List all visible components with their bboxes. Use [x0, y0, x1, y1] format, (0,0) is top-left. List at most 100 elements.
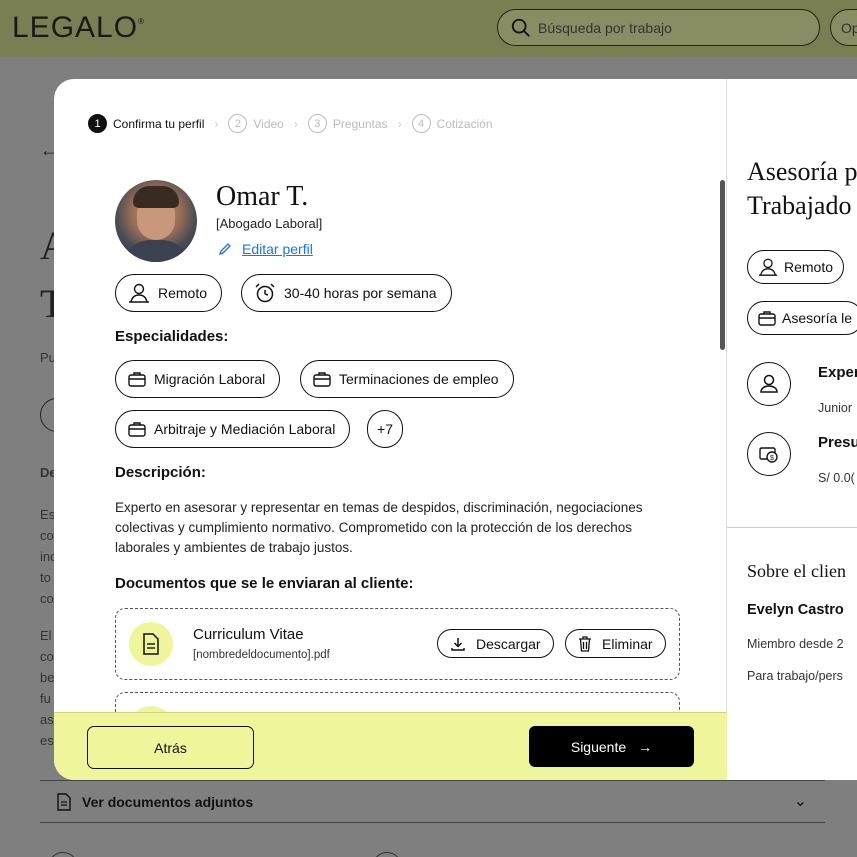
search-input[interactable]: Búsqueda por trabajo: [497, 9, 820, 46]
step-label-confirm-profile[interactable]: Confirma tu perfil: [113, 117, 204, 131]
chevron-right-icon: ›: [293, 116, 298, 131]
application-modal: 1 Confirma tu perfil › 2 Video › 3 Pregu…: [54, 79, 857, 780]
work-mode-chip: Remoto: [115, 274, 223, 312]
description-heading: Descripción:: [115, 464, 206, 481]
file-icon: [129, 622, 173, 666]
briefcase-icon: [758, 311, 776, 326]
back-button[interactable]: Atrás: [87, 726, 254, 769]
job-mode-chip: Remoto: [747, 250, 845, 284]
search-placeholder: Búsqueda por trabajo: [538, 19, 672, 36]
trash-icon: [579, 635, 591, 652]
experience-value: Junior: [818, 401, 853, 415]
back-button-label: Atrás: [154, 739, 187, 756]
next-button-label: Siguente: [570, 738, 627, 755]
registered-mark: ®: [138, 17, 145, 26]
briefcase-icon: [313, 372, 331, 387]
progress-stepper: 1 Confirma tu perfil › 2 Video › 3 Pregu…: [88, 114, 493, 133]
edit-profile-label: Editar perfil: [242, 241, 313, 257]
chevron-right-icon: ›: [397, 116, 402, 131]
job-title-line: Trabajado: [747, 191, 852, 220]
profile-role: [Abogado Laboral]: [216, 216, 323, 231]
briefcase-icon: [128, 372, 146, 387]
person-pin-icon: [129, 283, 149, 303]
specialty-chip: Arbitraje y Mediación Laboral: [115, 410, 351, 448]
brand-logo-text: LEGALO: [12, 11, 139, 44]
divider: [727, 527, 857, 528]
client-purpose: Para trabajo/pers: [747, 669, 843, 683]
more-specialties-button[interactable]: +7: [367, 410, 403, 448]
delete-label: Eliminar: [602, 635, 653, 652]
experience-label: Exper: [818, 364, 857, 381]
client-member-since: Miembro desde 2: [747, 637, 844, 651]
specialty-label: Migración Laboral: [154, 371, 266, 387]
bg-text-fragment: es: [40, 733, 54, 748]
bg-text-fragment: fu: [40, 691, 51, 706]
job-title-line: Asesoría p: [747, 157, 857, 186]
job-title: Asesoría p Trabajado: [747, 155, 857, 223]
documents-heading: Documentos que se le enviaran al cliente…: [115, 575, 414, 592]
profile-name: Omar T.: [216, 181, 309, 212]
job-mode-label: Remoto: [784, 259, 834, 275]
step-number: 1: [88, 114, 107, 133]
client-name: Evelyn Castro: [747, 602, 844, 618]
work-mode-label: Remoto: [158, 285, 208, 301]
specialty-chip: Terminaciones de empleo: [300, 360, 514, 398]
specialty-label: Arbitraje y Mediación Laboral: [154, 421, 336, 437]
document-title: Curriculum Vitae: [193, 626, 304, 643]
document-filename: [nombredeldocumento].pdf: [193, 649, 330, 661]
download-button[interactable]: Descargar: [437, 629, 554, 658]
specialties-heading: Especialidades:: [115, 328, 229, 345]
chevron-down-icon: ⌄: [793, 793, 807, 810]
arrow-right-icon: →: [638, 738, 653, 755]
profile-confirmation-pane: 1 Confirma tu perfil › 2 Video › 3 Pregu…: [54, 79, 727, 780]
download-icon: [451, 637, 465, 651]
alarm-clock-icon: [255, 283, 275, 303]
money-icon: $: [747, 432, 791, 476]
attached-documents-accordion[interactable]: Ver documentos adjuntos ⌄: [40, 780, 825, 823]
person-pin-icon: [758, 258, 778, 276]
profile-scroll-area[interactable]: Omar T. [Abogado Laboral] Editar perfil …: [54, 159, 727, 712]
bg-text-fragment: co: [40, 528, 54, 543]
document-card: [115, 692, 680, 712]
scrollbar-thumb[interactable]: [720, 180, 725, 350]
attached-documents-label: Ver documentos adjuntos: [82, 793, 254, 810]
delete-button[interactable]: Eliminar: [565, 629, 666, 658]
availability-label: 30-40 horas por semana: [284, 285, 437, 301]
step-label-video[interactable]: Video: [253, 117, 283, 131]
bg-text-fragment: as: [40, 712, 54, 727]
specialty-label: Terminaciones de empleo: [339, 371, 499, 387]
job-category-label: Asesoría le: [782, 310, 853, 326]
step-label-quotation[interactable]: Cotización: [437, 117, 493, 131]
filter-chip-label: Op: [841, 20, 857, 36]
user-icon: [747, 362, 791, 406]
bg-text-fragment: El: [40, 628, 52, 643]
document-card: Curriculum Vitae [nombredeldocumento].pd…: [115, 608, 680, 680]
description-text: Experto en asesorar y representar en tem…: [115, 500, 643, 555]
download-label: Descargar: [476, 635, 541, 652]
budget-value: S/ 0.0(: [818, 471, 855, 485]
availability-chip: 30-40 horas por semana: [241, 274, 452, 312]
job-summary-pane: Asesoría p Trabajado Remoto Asesoría le …: [727, 79, 857, 780]
bg-text-fragment: to: [40, 570, 51, 585]
step-number: 2: [228, 114, 248, 133]
chevron-right-icon: ›: [214, 116, 219, 131]
brand-logo[interactable]: LEGALO®: [12, 11, 145, 45]
bg-text-fragment: Es: [40, 507, 56, 522]
modal-footer: Atrás Siguente →: [54, 712, 727, 780]
step-number: 4: [411, 114, 431, 133]
next-button[interactable]: Siguente →: [529, 726, 694, 767]
pencil-icon: [218, 243, 231, 256]
edit-profile-link[interactable]: Editar perfil: [218, 241, 313, 257]
client-section-heading: Sobre el clien: [747, 561, 846, 581]
job-category-chip: Asesoría le: [747, 301, 857, 335]
briefcase-icon: [128, 422, 146, 437]
more-specialties-count: +7: [377, 421, 393, 437]
search-icon: [511, 18, 530, 37]
filter-chip[interactable]: Op: [830, 9, 857, 46]
bg-text-fragment: co: [40, 649, 54, 664]
document-icon: [57, 792, 71, 811]
budget-label: Presu: [818, 434, 857, 451]
specialty-chip: Migración Laboral: [115, 360, 281, 398]
top-navigation-bar: LEGALO® Búsqueda por trabajo Op: [0, 0, 857, 57]
step-label-questions[interactable]: Preguntas: [333, 117, 388, 131]
